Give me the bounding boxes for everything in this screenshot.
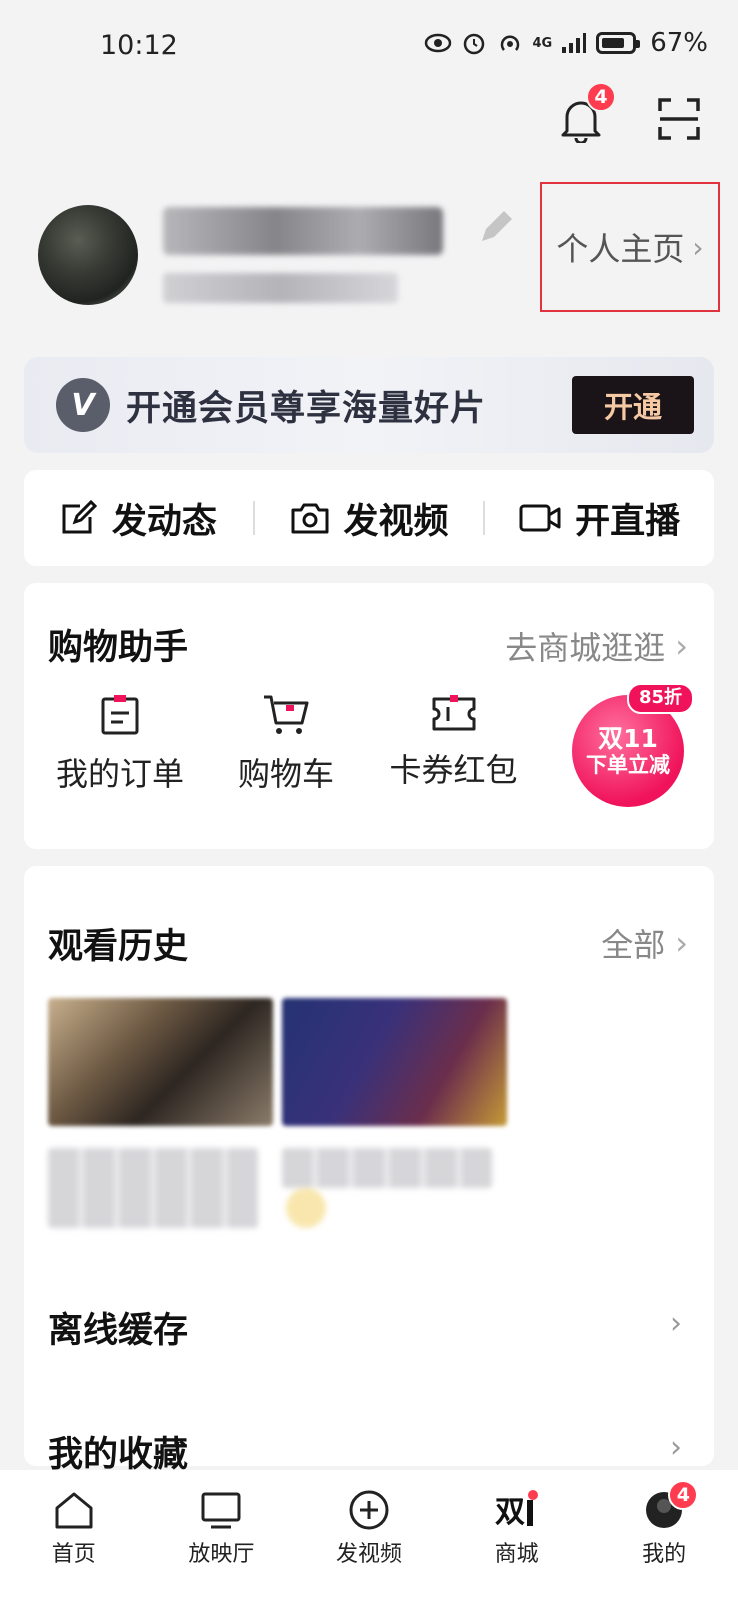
nav-theater[interactable]: 放映厅	[148, 1470, 296, 1600]
double11-icon: 双	[495, 1490, 538, 1530]
coupons-label: 卡券红包	[389, 751, 518, 789]
chevron-right-icon: ›	[675, 924, 688, 962]
nav-me-badge: 4	[668, 1480, 699, 1510]
post-status-label: 发动态	[111, 501, 217, 542]
status-icons: 4G 67%	[424, 28, 708, 58]
chevron-right-icon: ›	[692, 230, 704, 264]
battery-percent: 67%	[650, 28, 708, 58]
network-type: 4G	[532, 35, 553, 51]
profile-stats-blurred	[163, 273, 398, 303]
offline-cache-label: 离线缓存	[48, 1311, 189, 1351]
home-icon	[55, 1492, 93, 1529]
vip-logo-icon: V	[56, 378, 110, 432]
history-all-label: 全部	[601, 926, 666, 964]
status-time: 10:12	[100, 30, 178, 61]
homepage-label: 个人主页	[556, 230, 685, 268]
history-all-link[interactable]: 全部 ›	[601, 920, 688, 966]
camera-icon	[291, 503, 328, 534]
eye-icon	[424, 29, 452, 57]
history-video-title-blurred[interactable]	[282, 1148, 492, 1188]
scan-icon	[658, 98, 700, 140]
nav-me[interactable]: 我的 4	[590, 1470, 738, 1600]
nav-home[interactable]: 首页	[0, 1470, 148, 1600]
tv-icon	[201, 1492, 241, 1529]
battery-icon	[596, 32, 641, 54]
chevron-right-icon: ›	[670, 1306, 682, 1341]
nav-mall[interactable]: 双 商城	[443, 1470, 591, 1600]
shopping-title: 购物助手	[48, 628, 189, 668]
nav-mall-label: 商城	[494, 1542, 539, 1567]
emoji-icon	[286, 1188, 326, 1228]
profile-header: 个人主页 ›	[38, 182, 720, 315]
cart-label: 购物车	[237, 755, 334, 793]
chevron-right-icon: ›	[675, 627, 688, 665]
promo-line1: 双11	[598, 723, 658, 753]
nav-me-label: 我的	[642, 1542, 687, 1567]
history-video-thumbnail[interactable]	[48, 998, 273, 1126]
header-actions: 4	[552, 82, 708, 148]
coupon-icon	[432, 695, 475, 731]
hotspot-icon	[496, 29, 524, 57]
go-live-button[interactable]: 开直播	[485, 493, 714, 544]
vip-banner[interactable]: V 开通会员尊享海量好片 开通	[24, 357, 714, 453]
vip-open-button[interactable]: 开通	[572, 376, 694, 434]
notification-badge: 4	[586, 82, 616, 112]
edit-icon	[62, 499, 97, 534]
history-title: 观看历史	[48, 927, 189, 967]
watch-history-card: 观看历史 全部 › 离线缓存 › 我的收藏 ›	[24, 866, 714, 1475]
post-status-button[interactable]: 发动态	[24, 493, 253, 544]
plus-circle-icon	[349, 1490, 389, 1530]
alarm-icon	[460, 29, 488, 57]
avatar[interactable]	[38, 205, 138, 305]
quick-actions: 发动态 发视频 开直播	[24, 470, 714, 566]
nav-post-video[interactable]: 发视频	[295, 1470, 443, 1600]
notification-button[interactable]: 4	[552, 82, 616, 148]
double11-promo[interactable]: 双11 下单立减 85折	[572, 683, 694, 807]
my-orders-item[interactable]: 我的订单	[24, 693, 216, 795]
coupons-item[interactable]: 卡券红包	[356, 693, 551, 795]
username-blurred	[163, 207, 443, 255]
nav-theater-label: 放映厅	[188, 1542, 255, 1567]
pencil-icon[interactable]	[476, 207, 516, 247]
cart-icon	[264, 695, 309, 734]
cart-item[interactable]: 购物车	[216, 693, 356, 795]
history-video-title-blurred[interactable]	[48, 1148, 258, 1228]
bottom-navigation: 首页 放映厅 发视频 双 商城 我的 4	[0, 1470, 738, 1600]
vip-banner-text: 开通会员尊享海量好片	[126, 388, 487, 429]
nav-post-video-label: 发视频	[335, 1542, 402, 1567]
scan-button[interactable]	[650, 90, 708, 148]
personal-homepage-link[interactable]: 个人主页 ›	[540, 182, 720, 312]
history-video-thumbnail[interactable]	[282, 998, 507, 1126]
status-bar: 10:12 4G 67%	[0, 0, 738, 92]
order-icon	[101, 695, 139, 735]
promo-line2: 下单立减	[586, 753, 670, 778]
svg-text:双: 双	[495, 1495, 525, 1530]
go-to-mall-label: 去商城逛逛	[505, 629, 666, 667]
chevron-right-icon: ›	[670, 1430, 682, 1465]
post-video-label: 发视频	[343, 501, 449, 542]
go-to-mall-link[interactable]: 去商城逛逛 ›	[505, 623, 688, 669]
go-live-label: 开直播	[575, 501, 681, 542]
my-orders-label: 我的订单	[55, 755, 184, 793]
promo-discount-tag: 85折	[626, 683, 694, 714]
signal-icon	[560, 29, 588, 57]
video-camera-icon	[519, 504, 561, 532]
offline-cache-row[interactable]: 离线缓存 ›	[24, 1284, 714, 1364]
nav-home-label: 首页	[51, 1542, 96, 1567]
post-video-button[interactable]: 发视频	[255, 493, 484, 544]
shopping-assistant-card: 购物助手 去商城逛逛 › 我的订单 购物车 卡券红包 双11 下单立减 85折	[24, 583, 714, 849]
